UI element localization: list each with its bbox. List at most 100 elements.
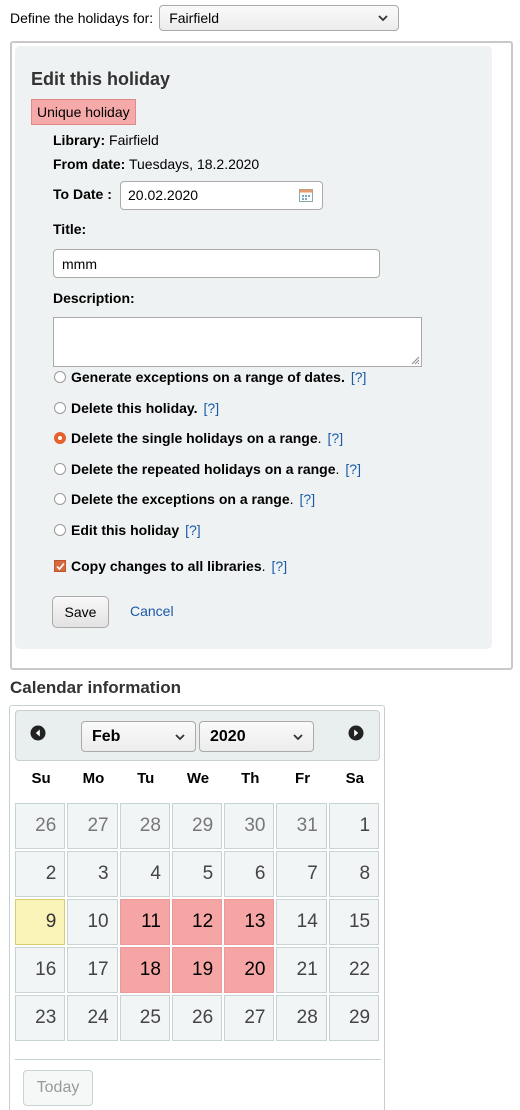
year-select[interactable]: 2020: [199, 721, 314, 752]
calendar-day[interactable]: 28: [119, 803, 170, 849]
resize-grip-icon[interactable]: [409, 354, 420, 365]
today-button[interactable]: Today: [23, 1070, 93, 1106]
calendar-day-holiday[interactable]: 13: [224, 899, 275, 945]
help-link[interactable]: [?]: [351, 369, 367, 385]
description-textarea[interactable]: [53, 317, 422, 367]
from-date-value: Tuesdays, 18.2.2020: [128, 156, 260, 172]
check-icon: [55, 562, 65, 570]
calendar-day[interactable]: 6: [224, 851, 275, 897]
prev-month-icon[interactable]: [30, 725, 46, 741]
radio-button-selected[interactable]: [54, 432, 66, 444]
calendar-day[interactable]: 21: [276, 947, 327, 993]
calendar-day-holiday[interactable]: 20: [224, 947, 275, 993]
calendar-day[interactable]: 3: [67, 851, 118, 897]
calendar-day[interactable]: 30: [224, 803, 275, 849]
radio-button[interactable]: [54, 524, 66, 536]
calendar-header: [15, 710, 380, 761]
library-info: Library: Fairfield: [53, 132, 159, 148]
month-select[interactable]: Feb: [81, 721, 196, 752]
holiday-type-badge: Unique holiday: [31, 99, 136, 125]
chevron-down-icon: [293, 734, 303, 741]
option-delete-holiday[interactable]: Delete this holiday. [?]: [54, 398, 219, 418]
weekday-label: Tu: [137, 770, 155, 787]
calendar-day[interactable]: 26: [171, 995, 223, 1041]
calendar-day[interactable]: 5: [171, 851, 223, 897]
radio-button[interactable]: [54, 402, 66, 414]
calendar-day[interactable]: 10: [67, 899, 118, 945]
option-generate-exceptions[interactable]: Generate exceptions on a range of dates.…: [54, 367, 366, 387]
weekday-label: We: [186, 770, 210, 787]
calendar-day[interactable]: 17: [67, 947, 118, 993]
calendar-day[interactable]: 1: [328, 803, 380, 849]
help-link[interactable]: [?]: [272, 558, 288, 574]
calendar-day[interactable]: 29: [171, 803, 223, 849]
calendar-day[interactable]: 2: [15, 851, 66, 897]
cancel-link[interactable]: Cancel: [130, 603, 174, 619]
option-copy-all-libraries[interactable]: Copy changes to all libraries. [?]: [54, 556, 287, 576]
help-link[interactable]: [?]: [185, 522, 201, 538]
chevron-down-icon: [175, 734, 185, 741]
calendar-day[interactable]: 27: [67, 803, 118, 849]
help-link[interactable]: [?]: [328, 430, 344, 446]
calendar-day[interactable]: 24: [67, 995, 118, 1041]
radio-button[interactable]: [54, 371, 66, 383]
calendar-day[interactable]: 4: [119, 851, 170, 897]
checkbox-checked[interactable]: [54, 560, 66, 572]
option-edit-holiday[interactable]: Edit this holiday [?]: [54, 520, 201, 540]
calendar-day[interactable]: 31: [276, 803, 327, 849]
library-info-label: Library:: [53, 132, 106, 148]
calendar-day[interactable]: 7: [276, 851, 327, 897]
to-date-input[interactable]: 20.02.2020: [120, 181, 323, 210]
calendar-day[interactable]: 15: [328, 899, 380, 945]
calendar-day[interactable]: 27: [224, 995, 275, 1041]
description-label: Description:: [53, 290, 135, 306]
calendar-day[interactable]: 29: [328, 995, 380, 1041]
save-button[interactable]: Save: [52, 596, 109, 628]
option-label: Generate exceptions on a range of dates.: [71, 369, 345, 385]
chevron-down-icon: [378, 15, 388, 22]
calendar-divider: [15, 1059, 381, 1060]
weekday-label: Th: [241, 770, 260, 787]
calendar-heading: Calendar information: [10, 678, 181, 697]
next-month-icon[interactable]: [348, 725, 364, 741]
option-delete-exceptions-range[interactable]: Delete the exceptions on a range. [?]: [54, 489, 315, 509]
calendar-day[interactable]: 8: [328, 851, 380, 897]
radio-button[interactable]: [54, 463, 66, 475]
calendar-day[interactable]: 23: [15, 995, 66, 1041]
panel-title: Edit this holiday: [31, 69, 171, 89]
help-link[interactable]: [?]: [204, 400, 220, 416]
title-input[interactable]: mmm: [53, 249, 380, 278]
to-date-value: 20.02.2020: [128, 187, 199, 203]
weekday-label: Fr: [295, 770, 311, 787]
option-delete-repeated-range[interactable]: Delete the repeated holidays on a range.…: [54, 459, 361, 479]
calendar-day-holiday[interactable]: 11: [119, 899, 170, 945]
radio-button[interactable]: [54, 493, 66, 505]
from-date-info: From date: Tuesdays, 18.2.2020: [53, 156, 259, 172]
calendar-day-today[interactable]: 9: [15, 899, 66, 945]
weekday-header-row: Su Mo Tu We Th Fr Sa: [15, 770, 381, 787]
weekday-label: Su: [31, 770, 51, 787]
calendar-day-holiday[interactable]: 12: [171, 899, 223, 945]
option-label: Delete this holiday.: [71, 400, 198, 416]
option-label: Delete the single holidays on a range: [71, 430, 318, 446]
help-link[interactable]: [?]: [300, 491, 316, 507]
calendar-day[interactable]: 16: [15, 947, 66, 993]
calendar-day[interactable]: 25: [119, 995, 170, 1041]
calendar-day[interactable]: 26: [15, 803, 66, 849]
library-select-value: Fairfield: [169, 10, 219, 26]
calendar-day-holiday[interactable]: 19: [171, 947, 223, 993]
library-info-value: Fairfield: [109, 132, 159, 148]
library-select[interactable]: Fairfield: [159, 5, 400, 31]
calendar-day[interactable]: 22: [328, 947, 380, 993]
calendar-icon[interactable]: [299, 188, 313, 202]
option-label: Delete the exceptions on a range: [71, 491, 290, 507]
calendar-day[interactable]: 28: [276, 995, 327, 1041]
from-date-label: From date:: [53, 156, 126, 172]
option-delete-single-range[interactable]: Delete the single holidays on a range. […: [54, 428, 343, 448]
weekday-label: Mo: [82, 770, 105, 787]
calendar-day[interactable]: 14: [276, 899, 327, 945]
option-label: Delete the repeated holidays on a range: [71, 461, 336, 477]
calendar-day-holiday[interactable]: 18: [119, 947, 170, 993]
help-link[interactable]: [?]: [345, 461, 361, 477]
library-filter: Define the holidays for: Fairfield: [10, 4, 400, 32]
